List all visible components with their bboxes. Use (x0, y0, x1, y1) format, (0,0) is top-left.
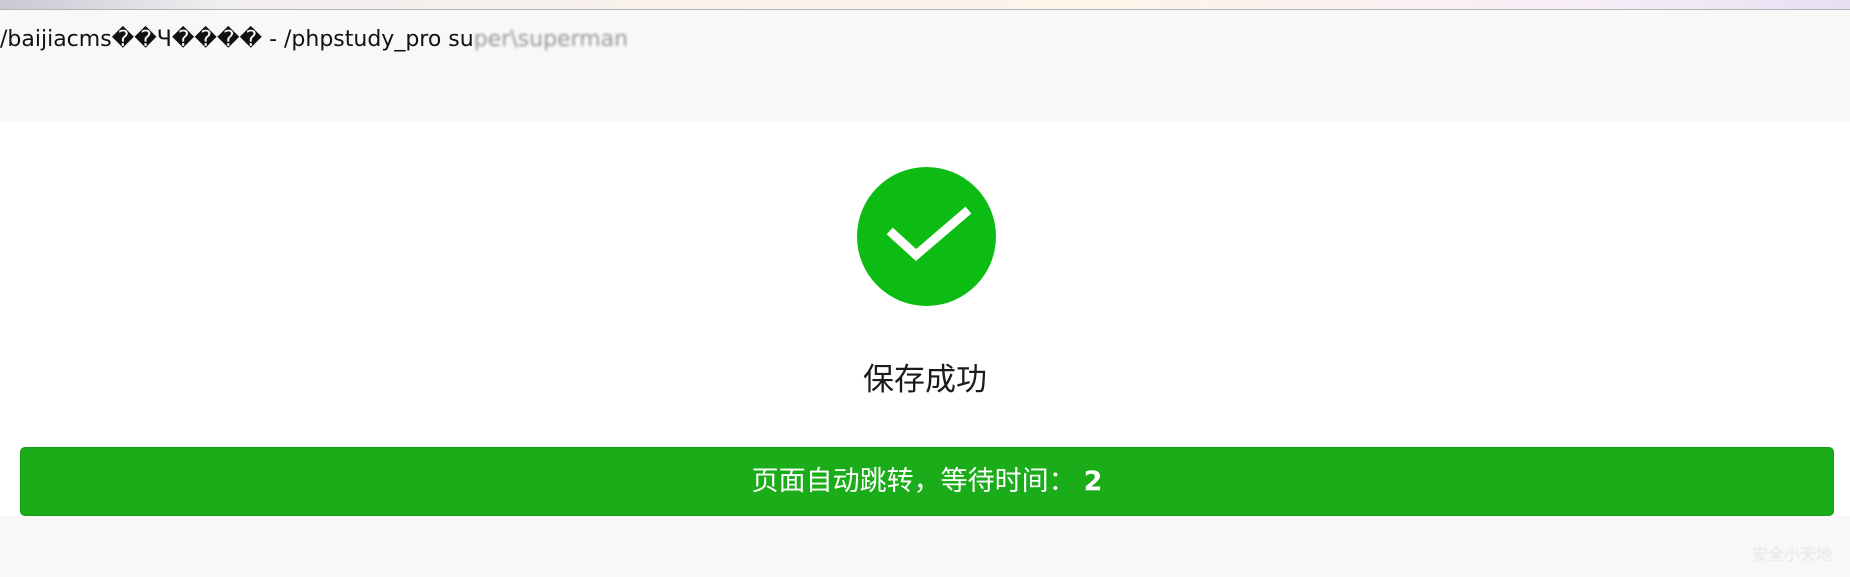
browser-top-strip (0, 0, 1850, 10)
watermark: 安全小天地 (1751, 545, 1832, 564)
redirect-button[interactable]: 页面自动跳转，等待时间： 2 (20, 447, 1834, 516)
path-text-blurred: per\superman (473, 27, 629, 52)
message-title: 保存成功 (863, 362, 987, 398)
check-circle-icon (857, 167, 996, 306)
page-header: /baijiacms��Ч���� - /phpstudy_pro super\… (0, 10, 1850, 122)
redirect-countdown: 2 (1083, 466, 1103, 497)
message-panel: 保存成功 页面自动跳转，等待时间： 2 (0, 122, 1850, 516)
checkmark-icon (886, 206, 972, 262)
path-title: /baijiacms��Ч���� - /phpstudy_pro super\… (0, 26, 628, 54)
redirect-label: 页面自动跳转，等待时间： (751, 466, 1076, 497)
path-text: /baijiacms��Ч���� - /phpstudy_pro su (0, 27, 474, 52)
